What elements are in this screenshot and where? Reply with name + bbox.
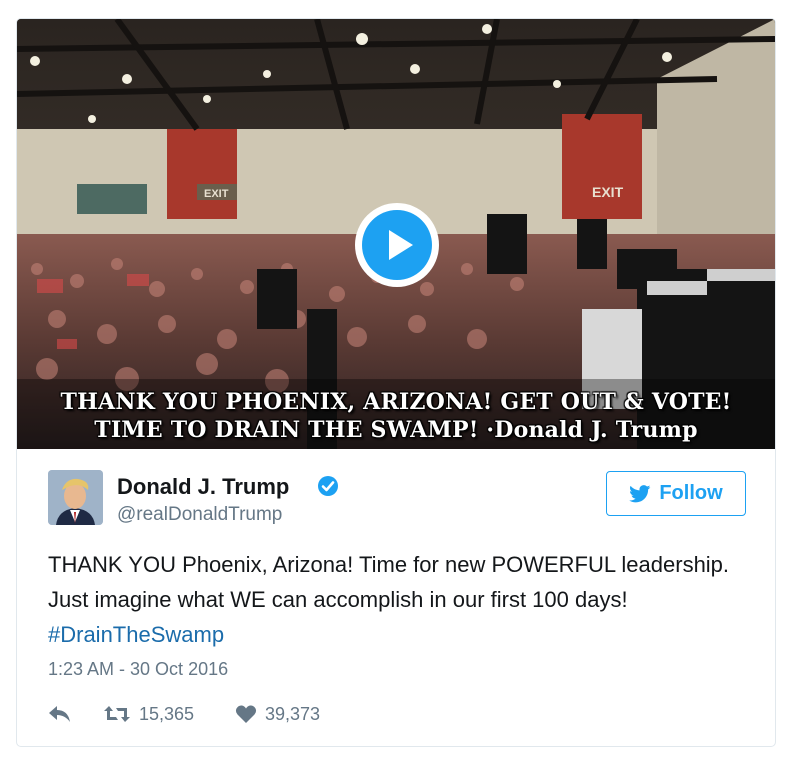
play-icon: [389, 230, 413, 260]
profile-photo: [48, 470, 103, 525]
like-button[interactable]: 39,373: [235, 704, 320, 725]
play-button[interactable]: [355, 203, 439, 287]
retweet-icon: [104, 706, 130, 722]
reply-icon: [49, 706, 70, 722]
verified-badge-icon: [318, 476, 338, 496]
hashtag-link[interactable]: #DrainTheSwamp: [48, 622, 224, 647]
retweet-button[interactable]: 15,365: [103, 704, 235, 725]
tweet-body: THANK YOU Phoenix, Arizona! Time for new…: [48, 552, 730, 612]
svg-text:EXIT: EXIT: [592, 184, 624, 200]
author-name[interactable]: Donald J. Trump: [117, 474, 289, 500]
twitter-bird-icon: [629, 484, 651, 502]
tweet-actions: 15,365 39,373: [48, 701, 320, 727]
author-handle[interactable]: @realDonaldTrump: [117, 504, 282, 526]
tweet-card: EXIT EXIT THANK YOU PHOENIX, ARIZONA! GE…: [16, 18, 776, 747]
follow-button[interactable]: Follow: [606, 471, 746, 516]
like-count: 39,373: [265, 703, 321, 724]
retweet-count: 15,365: [139, 703, 195, 724]
svg-text:EXIT: EXIT: [204, 188, 229, 200]
tweet-timestamp[interactable]: 1:23 AM - 30 Oct 2016: [48, 659, 228, 680]
avatar[interactable]: [48, 470, 103, 525]
video-thumbnail[interactable]: EXIT EXIT THANK YOU PHOENIX, ARIZONA! GE…: [17, 19, 775, 449]
follow-button-label: Follow: [659, 482, 723, 504]
heart-icon: [235, 705, 257, 723]
video-caption-line-1: THANK YOU PHOENIX, ARIZONA! GET OUT & VO…: [60, 389, 732, 415]
video-caption-line-2: TIME TO DRAIN THE SWAMP! ·Donald J. Trum…: [94, 417, 698, 443]
reply-button[interactable]: [48, 705, 103, 723]
tweet-text: THANK YOU Phoenix, Arizona! Time for new…: [48, 547, 748, 652]
